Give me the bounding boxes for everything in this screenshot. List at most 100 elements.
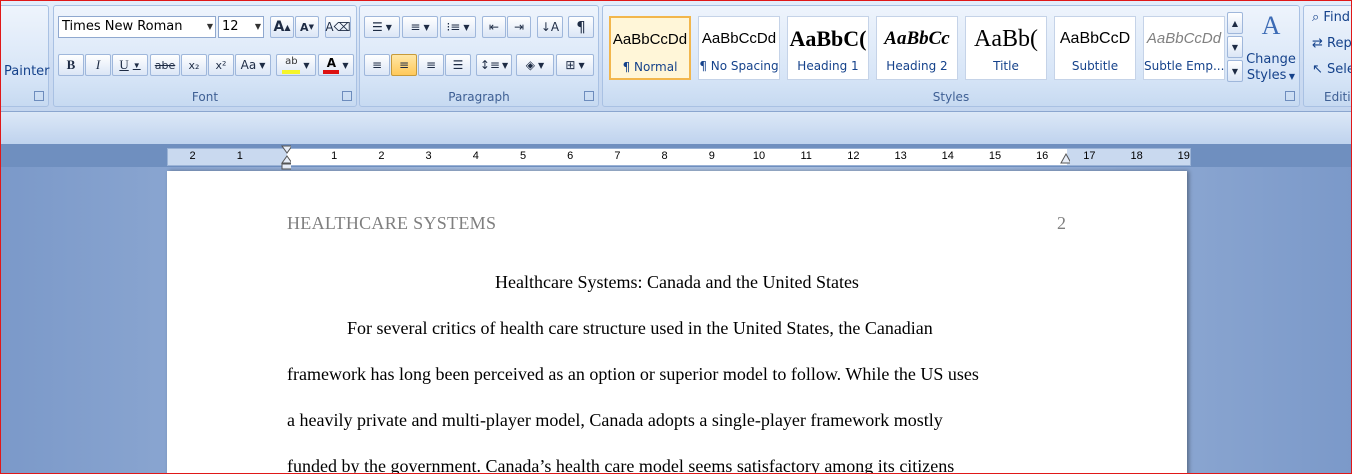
chevron-down-icon: ▼ bbox=[1286, 72, 1296, 81]
shrink-font-label: A bbox=[300, 20, 309, 34]
ruler-tick-label: 12 bbox=[847, 150, 860, 162]
ruler-tick-label: 19 bbox=[1177, 150, 1190, 162]
style-name: Subtle Emp... bbox=[1144, 59, 1224, 73]
sort-icon: ↓A bbox=[540, 20, 560, 34]
clipboard-launcher-icon[interactable] bbox=[34, 91, 44, 101]
sort-button[interactable]: ↓A bbox=[537, 16, 563, 38]
left-indent-marker-icon[interactable] bbox=[281, 145, 291, 171]
find-button[interactable]: ⌕ Find bbox=[1312, 10, 1350, 25]
change-styles-label-2: Styles bbox=[1246, 68, 1287, 83]
grow-font-button[interactable]: A ▲ bbox=[270, 16, 294, 38]
ruler-tick-label: 2 bbox=[378, 150, 385, 162]
paragraph-line: funded by the government. Canada’s healt… bbox=[287, 456, 955, 474]
horizontal-ruler[interactable]: 2 1 1 2 3 4 5 6 7 8 9 10 11 12 13 14 15 16 17 18 19 bbox=[167, 148, 1191, 166]
format-painter-button[interactable]: Painter bbox=[4, 64, 50, 79]
chevron-up-icon: ▲ bbox=[1231, 18, 1239, 28]
clipboard-group: Painter bbox=[1, 5, 50, 107]
style-name: ¶ Normal bbox=[622, 60, 678, 74]
style-normal[interactable]: AaBbCcDd ¶ Normal bbox=[609, 16, 691, 80]
ruler-tick-label: 7 bbox=[614, 150, 621, 162]
underline-button[interactable]: U ▼ bbox=[112, 54, 148, 76]
highlighter-icon: ab bbox=[282, 56, 301, 74]
line-spacing-button[interactable]: ↕≡ ▼ bbox=[476, 54, 512, 76]
paragraph-line: framework has long been perceived as an … bbox=[287, 364, 979, 384]
ruler-tick-label: 9 bbox=[708, 150, 715, 162]
chevron-down-icon[interactable]: ▼ bbox=[423, 23, 429, 32]
chevron-down-icon[interactable]: ▼ bbox=[538, 61, 544, 70]
chevron-down-icon[interactable]: ▼ bbox=[342, 61, 348, 70]
chevron-down-icon[interactable]: ▼ bbox=[259, 61, 265, 70]
styles-more-button[interactable]: ▼ bbox=[1227, 60, 1243, 82]
paragraph-line: For several critics of health care struc… bbox=[347, 318, 933, 338]
clear-formatting-button[interactable]: A⌫ bbox=[325, 16, 351, 38]
chevron-down-icon[interactable]: ▼ bbox=[303, 61, 309, 70]
align-right-button[interactable]: ≡ bbox=[418, 54, 444, 76]
strikethrough-button[interactable]: abe bbox=[150, 54, 180, 76]
styles-scroll-down-button[interactable]: ▼ bbox=[1227, 36, 1243, 58]
decrease-indent-button[interactable]: ⇤ bbox=[482, 16, 506, 38]
style-sample: AaBbCcD bbox=[1059, 30, 1131, 47]
page-number: 2 bbox=[1057, 213, 1066, 233]
paragraph-launcher-icon[interactable] bbox=[584, 91, 594, 101]
styles-scroll-up-button[interactable]: ▲ bbox=[1227, 12, 1243, 34]
document-page[interactable]: HEALTHCARE SYSTEMS 2 Healthcare Systems:… bbox=[167, 171, 1187, 474]
numbering-button[interactable]: ≡ ▼ bbox=[402, 16, 438, 38]
paragraph-line: a heavily private and multi-player model… bbox=[287, 410, 943, 430]
font-name-combo[interactable]: Times New Roman ▼ bbox=[58, 16, 216, 38]
font-group: Times New Roman ▼ 12 ▼ A ▲ A ▼ A⌫ B I U ▼ abe… bbox=[53, 5, 357, 107]
highlight-button[interactable]: ab ▼ bbox=[276, 54, 316, 76]
ruler-tick-label: 1 bbox=[331, 150, 338, 162]
replace-button[interactable]: ⇄ Rep bbox=[1312, 36, 1351, 51]
chevron-down-icon[interactable]: ▼ bbox=[386, 23, 392, 32]
font-launcher-icon[interactable] bbox=[342, 91, 352, 101]
style-title[interactable]: AaBb( Title bbox=[965, 16, 1047, 80]
change-case-label: Aa bbox=[240, 58, 257, 72]
style-no-spacing[interactable]: AaBbCcDd ¶ No Spacing bbox=[698, 16, 780, 80]
chevron-down-icon[interactable]: ▼ bbox=[255, 17, 261, 37]
right-indent-marker-icon[interactable] bbox=[1060, 152, 1070, 166]
ruler-tick-label: 3 bbox=[425, 150, 432, 162]
change-styles-button[interactable]: A Change Styles ▼ bbox=[1245, 10, 1297, 90]
style-subtitle[interactable]: AaBbCcD Subtitle bbox=[1054, 16, 1136, 80]
borders-button[interactable]: ⊞ ▼ bbox=[556, 54, 594, 76]
bullets-icon: ☰ bbox=[372, 20, 383, 34]
shrink-font-button[interactable]: A ▼ bbox=[295, 16, 319, 38]
style-sample: AaBbC( bbox=[789, 26, 867, 51]
chevron-down-icon[interactable]: ▼ bbox=[578, 61, 584, 70]
align-left-button[interactable]: ≡ bbox=[364, 54, 390, 76]
chevron-down-icon[interactable]: ▼ bbox=[463, 23, 469, 32]
word-window: Painter Times New Roman ▼ 12 ▼ A ▲ A ▼ A⌫ B … bbox=[0, 0, 1352, 474]
chevron-down-icon[interactable]: ▼ bbox=[133, 61, 141, 70]
italic-button[interactable]: I bbox=[85, 54, 111, 76]
page-header-title: HEALTHCARE SYSTEMS bbox=[287, 213, 497, 233]
workspace-band bbox=[1, 112, 1351, 144]
cursor-icon: ↖ bbox=[1312, 62, 1328, 77]
increase-indent-button[interactable]: ⇥ bbox=[507, 16, 531, 38]
change-case-button[interactable]: Aa ▼ bbox=[235, 54, 271, 76]
justify-button[interactable]: ☰ bbox=[445, 54, 471, 76]
ruler-tick-label: 4 bbox=[472, 150, 479, 162]
subscript-button[interactable]: x₂ bbox=[181, 54, 207, 76]
ruler-tick-label: 8 bbox=[661, 150, 668, 162]
style-subtle-emphasis[interactable]: AaBbCcDd Subtle Emp... bbox=[1143, 16, 1225, 80]
select-button[interactable]: ↖ Sele bbox=[1312, 62, 1351, 77]
chevron-down-icon[interactable]: ▼ bbox=[207, 17, 213, 37]
bullets-button[interactable]: ☰ ▼ bbox=[364, 16, 400, 38]
align-center-button[interactable]: ≡ bbox=[391, 54, 417, 76]
style-sample: AaBbCcDd bbox=[612, 31, 688, 48]
shading-button[interactable]: ◈ ▼ bbox=[516, 54, 554, 76]
ruler-tick-label: 6 bbox=[567, 150, 574, 162]
show-formatting-button[interactable]: ¶ bbox=[568, 16, 594, 38]
style-heading-2[interactable]: AaBbCc Heading 2 bbox=[876, 16, 958, 80]
superscript-button[interactable]: x² bbox=[208, 54, 234, 76]
font-size-value: 12 bbox=[222, 19, 239, 34]
font-color-button[interactable]: A ▼ bbox=[318, 54, 354, 76]
styles-launcher-icon[interactable] bbox=[1285, 91, 1295, 101]
multilevel-list-button[interactable]: ⁝≡ ▼ bbox=[440, 16, 476, 38]
chevron-down-icon[interactable]: ▼ bbox=[502, 61, 508, 70]
bold-button[interactable]: B bbox=[58, 54, 84, 76]
style-heading-1[interactable]: AaBbC( Heading 1 bbox=[787, 16, 869, 80]
binoculars-icon: ⌕ bbox=[1312, 10, 1324, 25]
font-size-combo[interactable]: 12 ▼ bbox=[218, 16, 264, 38]
ruler-tick-label: 11 bbox=[800, 150, 812, 162]
